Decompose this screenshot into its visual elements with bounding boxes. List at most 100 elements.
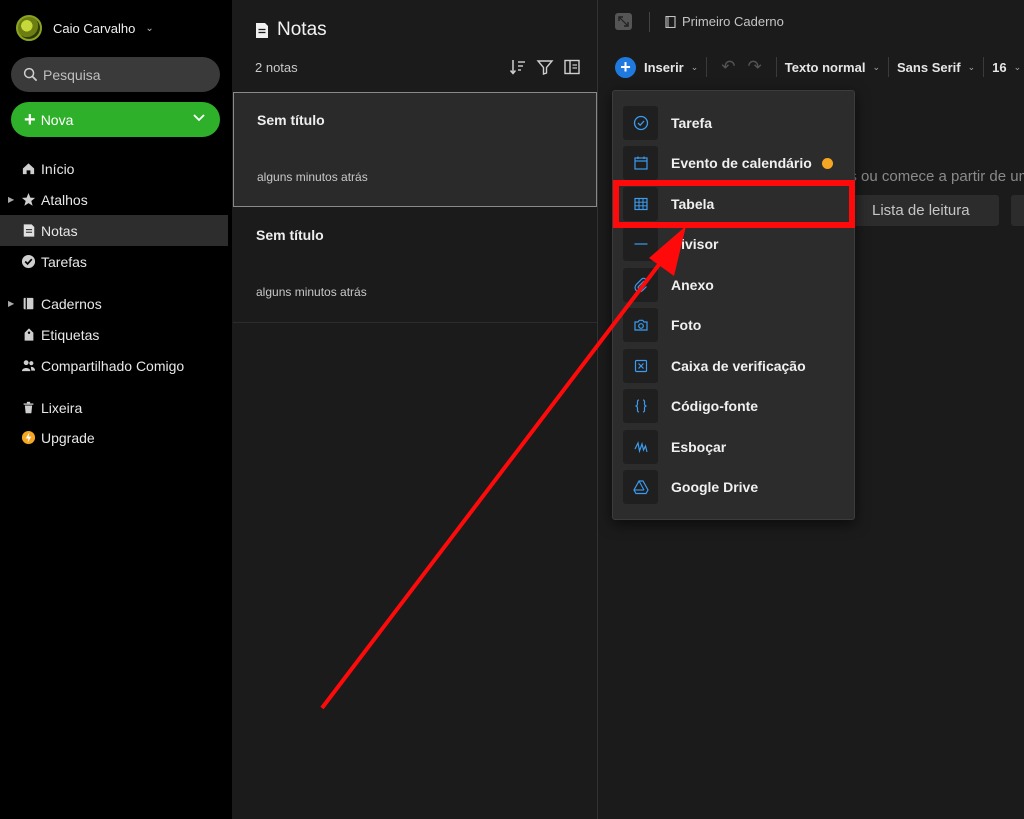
menu-item-label: Google Drive — [671, 479, 759, 495]
menu-item-evento[interactable]: Evento de calendário — [613, 143, 854, 183]
notes-toolbar — [509, 58, 581, 76]
note-timestamp: alguns minutos atrás — [257, 170, 368, 184]
camera-icon — [623, 308, 658, 342]
view-options-icon[interactable] — [563, 58, 581, 76]
menu-item-label: Tarefa — [671, 115, 712, 131]
editor-toolbar: + Inserir ⌄ ↶ ↷ Texto normal ⌄ Sans Seri… — [615, 54, 1021, 80]
menu-item-google-drive[interactable]: Google Drive — [613, 467, 854, 507]
note-icon — [256, 22, 268, 38]
menu-item-tarefa[interactable]: Tarefa — [613, 103, 854, 143]
sidebar-item-etiquetas[interactable]: Etiquetas — [0, 319, 228, 350]
paperclip-icon — [623, 268, 658, 302]
sidebar-item-inicio[interactable]: Início — [0, 153, 228, 184]
sidebar: Caio Carvalho ⌄ Pesquisa + Nova Início ▶… — [0, 0, 232, 819]
plus-icon: + — [24, 108, 36, 131]
divider — [888, 57, 890, 77]
menu-item-anexo[interactable]: Anexo — [613, 265, 854, 305]
note-card[interactable]: Sem título alguns minutos atrás — [233, 208, 597, 323]
sidebar-item-label: Etiquetas — [41, 326, 100, 343]
notebook-icon — [21, 296, 36, 311]
divider — [706, 57, 708, 77]
menu-item-esbocar[interactable]: Esboçar — [613, 427, 854, 467]
page-title: Notas — [277, 19, 327, 40]
sidebar-item-lixeira[interactable]: Lixeira — [0, 392, 228, 423]
chevron-down-icon[interactable]: ⌄ — [968, 62, 976, 73]
trash-icon — [21, 400, 36, 415]
redo-icon[interactable]: ↷ — [748, 57, 762, 77]
chevron-down-icon[interactable]: ⌄ — [872, 62, 880, 73]
menu-item-label-wrap: Evento de calendário — [671, 155, 833, 171]
menu-item-label: Foto — [671, 317, 702, 333]
template-chip[interactable] — [1011, 195, 1024, 226]
chevron-down-icon[interactable]: ⌄ — [1014, 62, 1022, 73]
menu-item-divisor[interactable]: Divisor — [613, 224, 854, 264]
code-braces-icon — [623, 389, 658, 423]
tag-icon — [21, 327, 36, 342]
font-size-select[interactable]: 16 — [992, 60, 1006, 75]
note-card[interactable]: Sem título alguns minutos atrás — [233, 92, 597, 207]
template-chip-reading-list[interactable]: Lista de leitura — [837, 195, 999, 226]
menu-item-label: Código-fonte — [671, 398, 759, 414]
sort-icon[interactable] — [509, 58, 527, 76]
expand-icon[interactable] — [615, 13, 632, 30]
divider — [775, 57, 777, 77]
home-icon — [21, 161, 36, 176]
menu-item-label: Esboçar — [671, 439, 727, 455]
note-title: Sem título — [256, 227, 324, 243]
user-name: Caio Carvalho — [53, 20, 136, 36]
divider-icon — [623, 227, 658, 261]
sidebar-item-compartilhado[interactable]: Compartilhado Comigo — [0, 350, 228, 381]
notebook-selector[interactable]: Primeiro Caderno — [665, 14, 784, 29]
sidebar-item-label: Upgrade — [41, 429, 95, 446]
menu-item-foto[interactable]: Foto — [613, 305, 854, 345]
note-timestamp: alguns minutos atrás — [256, 285, 367, 299]
sidebar-item-cadernos[interactable]: ▶ Cadernos — [0, 288, 228, 319]
check-circle-icon — [21, 254, 36, 269]
template-chip-label: Lista de leitura — [872, 202, 970, 219]
insert-button[interactable]: Inserir — [644, 60, 684, 75]
caret-right-icon[interactable]: ▶ — [8, 299, 14, 308]
notebook-icon — [665, 15, 676, 28]
divider — [649, 12, 650, 32]
menu-item-label: Evento de calendário — [671, 155, 812, 171]
text-style-select[interactable]: Texto normal — [785, 60, 866, 75]
chevron-down-icon[interactable] — [192, 111, 206, 125]
sidebar-item-tarefas[interactable]: Tarefas — [0, 246, 228, 277]
insert-menu: Tarefa Evento de calendário Tabela Divis… — [612, 90, 855, 520]
search-icon — [23, 67, 38, 82]
premium-badge-icon — [821, 158, 833, 169]
note-title: Sem título — [257, 112, 325, 128]
filter-icon[interactable] — [536, 58, 554, 76]
search-input[interactable]: Pesquisa — [11, 57, 220, 92]
chevron-down-icon: ⌄ — [145, 22, 154, 34]
account-menu[interactable]: Caio Carvalho ⌄ — [16, 14, 154, 42]
menu-item-codigo-fonte[interactable]: Código-fonte — [613, 386, 854, 426]
notes-list-panel: Notas 2 notas Sem título alguns minutos … — [232, 0, 598, 819]
undo-icon[interactable]: ↶ — [721, 57, 735, 77]
font-family-select[interactable]: Sans Serif — [897, 60, 961, 75]
menu-item-caixa-verificacao[interactable]: Caixa de verificação — [613, 346, 854, 386]
people-icon — [21, 358, 36, 373]
sidebar-item-label: Início — [41, 160, 75, 177]
search-placeholder: Pesquisa — [43, 66, 101, 83]
checkbox-icon — [623, 349, 658, 383]
insert-plus-icon[interactable]: + — [615, 56, 636, 78]
sketch-icon — [623, 430, 658, 464]
sidebar-item-notas[interactable]: Notas — [0, 215, 228, 246]
new-note-button[interactable]: + Nova — [11, 102, 220, 137]
chevron-down-icon[interactable]: ⌄ — [691, 62, 699, 73]
avatar — [16, 15, 42, 41]
sidebar-item-atalhos[interactable]: ▶ Atalhos — [0, 184, 228, 215]
notes-count: 2 notas — [255, 60, 298, 75]
sidebar-item-upgrade[interactable]: Upgrade — [0, 422, 228, 453]
sidebar-item-label: Atalhos — [41, 191, 88, 208]
google-drive-icon — [623, 470, 658, 504]
caret-right-icon[interactable]: ▶ — [8, 195, 14, 204]
bolt-icon — [21, 430, 36, 445]
sidebar-item-label: Lixeira — [41, 399, 83, 416]
menu-item-label: Anexo — [671, 277, 714, 293]
sidebar-item-label: Notas — [41, 222, 78, 239]
new-note-label: Nova — [40, 111, 74, 128]
calendar-icon — [623, 146, 658, 180]
sidebar-item-label: Tarefas — [41, 253, 87, 270]
